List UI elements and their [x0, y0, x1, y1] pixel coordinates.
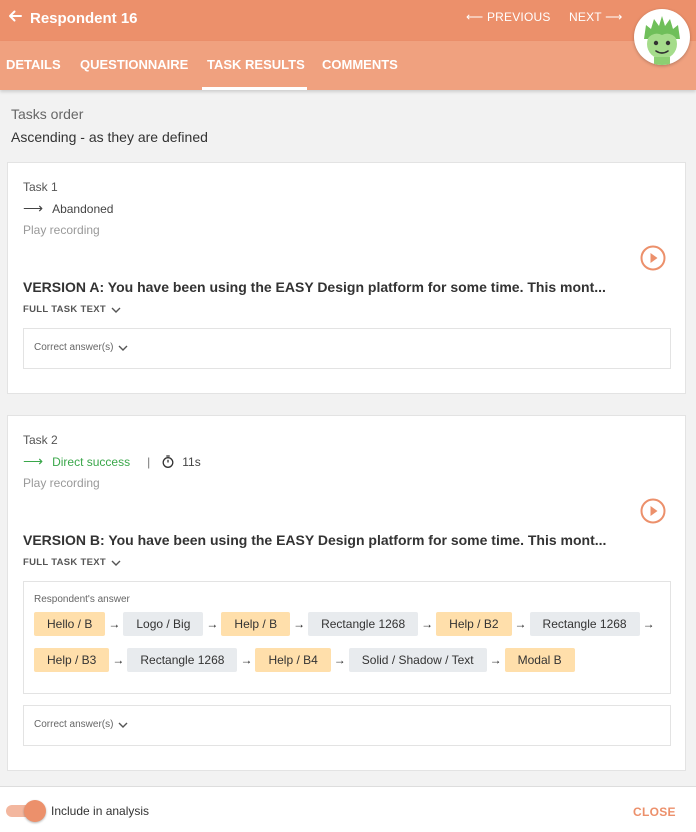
full-task-text-label: FULL TASK TEXT: [23, 557, 107, 568]
path-step: Rectangle 1268: [308, 612, 419, 636]
path-step: Help / B4: [255, 648, 331, 672]
arrow-right-icon: →: [514, 617, 527, 631]
respondents-answer-box: Respondent's answer Hello / B → Logo / Big…: [23, 581, 671, 694]
task-version-text: VERSION B: You have been using the EASY …: [23, 532, 607, 548]
path-step: Solid / Shadow / Text: [348, 648, 487, 672]
tab-bar: DETAILS QUESTIONNAIRE TASK RESULTS COMME…: [0, 41, 696, 90]
status-text: Direct success: [52, 454, 131, 469]
page-title: Respondent 16: [30, 10, 138, 27]
previous-label: PREVIOUS: [486, 10, 551, 24]
tab-comments[interactable]: COMMENTS: [322, 57, 398, 72]
tasks-order-value: Ascending - as they are defined: [11, 129, 208, 145]
play-recording-link[interactable]: Play recording: [23, 476, 100, 490]
arrow-right-icon: →: [333, 653, 346, 667]
status-text: Abandoned: [52, 201, 114, 216]
arrow-left-icon[interactable]: [8, 9, 22, 28]
task-version-text: VERSION A: You have been using the EASY …: [23, 279, 606, 295]
arrow-right-icon: ⟶: [23, 453, 44, 469]
arrow-right-icon: →: [206, 617, 219, 631]
play-icon[interactable]: [640, 498, 666, 524]
arrow-right-icon: ⟶: [23, 200, 44, 216]
task-time: 11s: [182, 454, 201, 469]
task-label: Task 1: [23, 180, 58, 194]
path-step: Help / B3: [34, 648, 110, 672]
task-card-1: Task 1 ⟶ Abandoned Play recording VERSIO…: [7, 162, 686, 394]
full-task-text-toggle[interactable]: FULL TASK TEXT: [23, 304, 121, 315]
path-step: Hello / B: [34, 612, 106, 636]
path-step: Help / B2: [436, 612, 512, 636]
arrow-right-icon: →: [489, 653, 502, 667]
tab-details[interactable]: DETAILS: [6, 57, 61, 72]
avatar-face-icon: [644, 16, 680, 65]
top-bar: Respondent 16 ⟵ PREVIOUS NEXT ⟶: [0, 0, 696, 41]
full-task-text-toggle[interactable]: FULL TASK TEXT: [23, 557, 121, 568]
arrow-right-icon: →: [421, 617, 434, 631]
status-separator: |: [147, 454, 151, 469]
answer-path: Hello / B → Logo / Big → Help / B → Rectangle …: [34, 612, 664, 672]
task-status: ⟶ Direct success | 11s: [23, 453, 201, 470]
arrow-right-icon: →: [642, 617, 655, 631]
arrow-right-icon: →: [108, 617, 121, 631]
next-button[interactable]: NEXT ⟶: [569, 10, 623, 24]
arrow-right-icon: →: [293, 617, 306, 631]
include-in-analysis-toggle[interactable]: [6, 800, 46, 822]
play-icon[interactable]: [640, 245, 666, 271]
path-step: Rectangle 1268: [127, 648, 238, 672]
tab-task-results[interactable]: TASK RESULTS: [207, 57, 305, 72]
tasks-order-label: Tasks order: [11, 106, 84, 122]
arrow-right-icon: →: [112, 653, 125, 667]
tab-questionnaire[interactable]: QUESTIONNAIRE: [80, 57, 188, 72]
chevron-down-icon: [118, 722, 128, 728]
task-card-2: Task 2 ⟶ Direct success | 11s Play recor…: [7, 415, 686, 771]
previous-button[interactable]: ⟵ PREVIOUS: [466, 10, 551, 24]
include-in-analysis-label: Include in analysis: [51, 804, 150, 818]
avatar[interactable]: [634, 9, 690, 65]
full-task-text-label: FULL TASK TEXT: [23, 304, 107, 315]
stopwatch-icon: [162, 455, 174, 468]
chevron-down-icon: [118, 345, 128, 351]
correct-answers-box: Correct answer(s): [23, 328, 671, 369]
task-label: Task 2: [23, 433, 58, 447]
arrow-left-icon: ⟵: [466, 10, 487, 24]
correct-answers-toggle[interactable]: Correct answer(s): [34, 719, 128, 730]
arrow-right-icon: →: [240, 653, 253, 667]
next-label: NEXT: [569, 10, 602, 24]
task-status: ⟶ Abandoned: [23, 200, 113, 217]
arrow-right-icon: ⟶: [601, 10, 623, 24]
path-step: Help / B: [221, 612, 291, 636]
correct-answers-box: Correct answer(s): [23, 705, 671, 746]
path-step: Logo / Big: [123, 612, 204, 636]
toggle-knob: [24, 800, 46, 822]
correct-answers-toggle[interactable]: Correct answer(s): [34, 342, 128, 353]
correct-answers-label: Correct answer(s): [34, 342, 114, 353]
bottom-bar: Include in analysis CLOSE: [0, 786, 696, 832]
correct-answers-label: Correct answer(s): [34, 719, 114, 730]
chevron-down-icon: [111, 560, 121, 566]
chevron-down-icon: [111, 307, 121, 313]
play-recording-link[interactable]: Play recording: [23, 223, 100, 237]
respondents-answer-label: Respondent's answer: [34, 594, 130, 605]
path-step: Modal B: [504, 648, 575, 672]
active-tab-indicator: [202, 87, 307, 90]
path-step: Rectangle 1268: [529, 612, 640, 636]
close-button[interactable]: CLOSE: [633, 805, 676, 819]
